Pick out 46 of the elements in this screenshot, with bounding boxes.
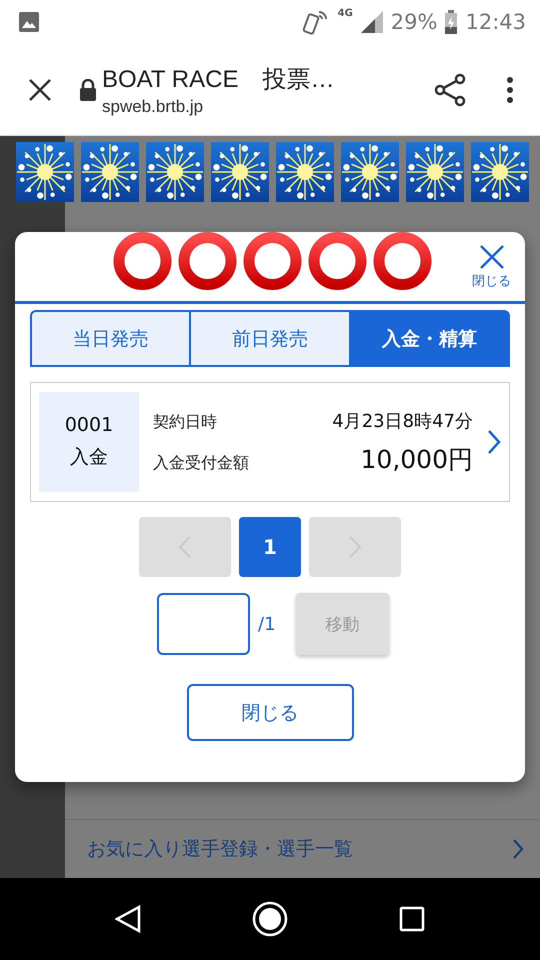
chevron-right-icon: [512, 838, 524, 860]
sparkle-icon: [81, 142, 139, 202]
network-type: 4G: [338, 8, 353, 19]
sparkle-icon: [471, 142, 529, 202]
more-icon: [506, 76, 514, 102]
sparkle-icon: [341, 142, 399, 202]
tab[interactable]: 入金・精算: [348, 310, 510, 365]
sparkle-icon: [406, 142, 464, 202]
dialog-close-button[interactable]: 閉じる: [472, 232, 525, 301]
battery-percent: 29%: [390, 10, 438, 34]
close-dialog-button[interactable]: 閉じる: [186, 684, 354, 741]
ring-mark: [243, 231, 302, 291]
battery-icon: [445, 10, 458, 34]
back-icon[interactable]: [115, 905, 142, 933]
page-url: spweb.brtb.jp: [102, 96, 204, 116]
contract-badge: 0001 入金: [39, 392, 139, 492]
close-icon: [478, 244, 504, 270]
recents-icon[interactable]: [398, 906, 425, 932]
tab[interactable]: 前日発売: [189, 310, 349, 365]
clock: 12:43: [465, 10, 526, 34]
close-icon: [28, 78, 52, 102]
page-total: /1: [258, 614, 277, 634]
sparkle-icon: [276, 142, 334, 202]
sparkle-icon: [211, 142, 269, 202]
ring-mark: [373, 231, 432, 291]
nfc-phone-icon: [302, 8, 330, 36]
chevron-right-icon: [487, 429, 501, 455]
tab[interactable]: 当日発売: [30, 310, 190, 365]
contract-card[interactable]: 0001 入金 契約日時 4月23日8時47分 入金受付金額 10,000円: [30, 382, 510, 502]
sparkle-icon: [146, 142, 204, 202]
lock-icon: [80, 78, 96, 100]
field-label: 入金受付金額: [153, 452, 249, 474]
share-icon: [434, 72, 466, 106]
image-icon: [18, 11, 40, 33]
sparkle-icon: [16, 142, 74, 202]
ring-mark: [113, 231, 172, 291]
ring-mark: [178, 231, 237, 291]
home-icon[interactable]: [252, 901, 288, 937]
field-value: 10,000円: [360, 444, 473, 476]
signal-icon: [360, 11, 383, 33]
ring-mark: [308, 231, 367, 291]
page-button[interactable]: 1: [239, 517, 301, 577]
field-label: 契約日時: [153, 412, 217, 432]
field-value: 4月23日8時47分: [332, 410, 473, 432]
page-title: BOAT RACE 投票…: [102, 64, 336, 94]
page-number-field[interactable]: [157, 593, 250, 655]
